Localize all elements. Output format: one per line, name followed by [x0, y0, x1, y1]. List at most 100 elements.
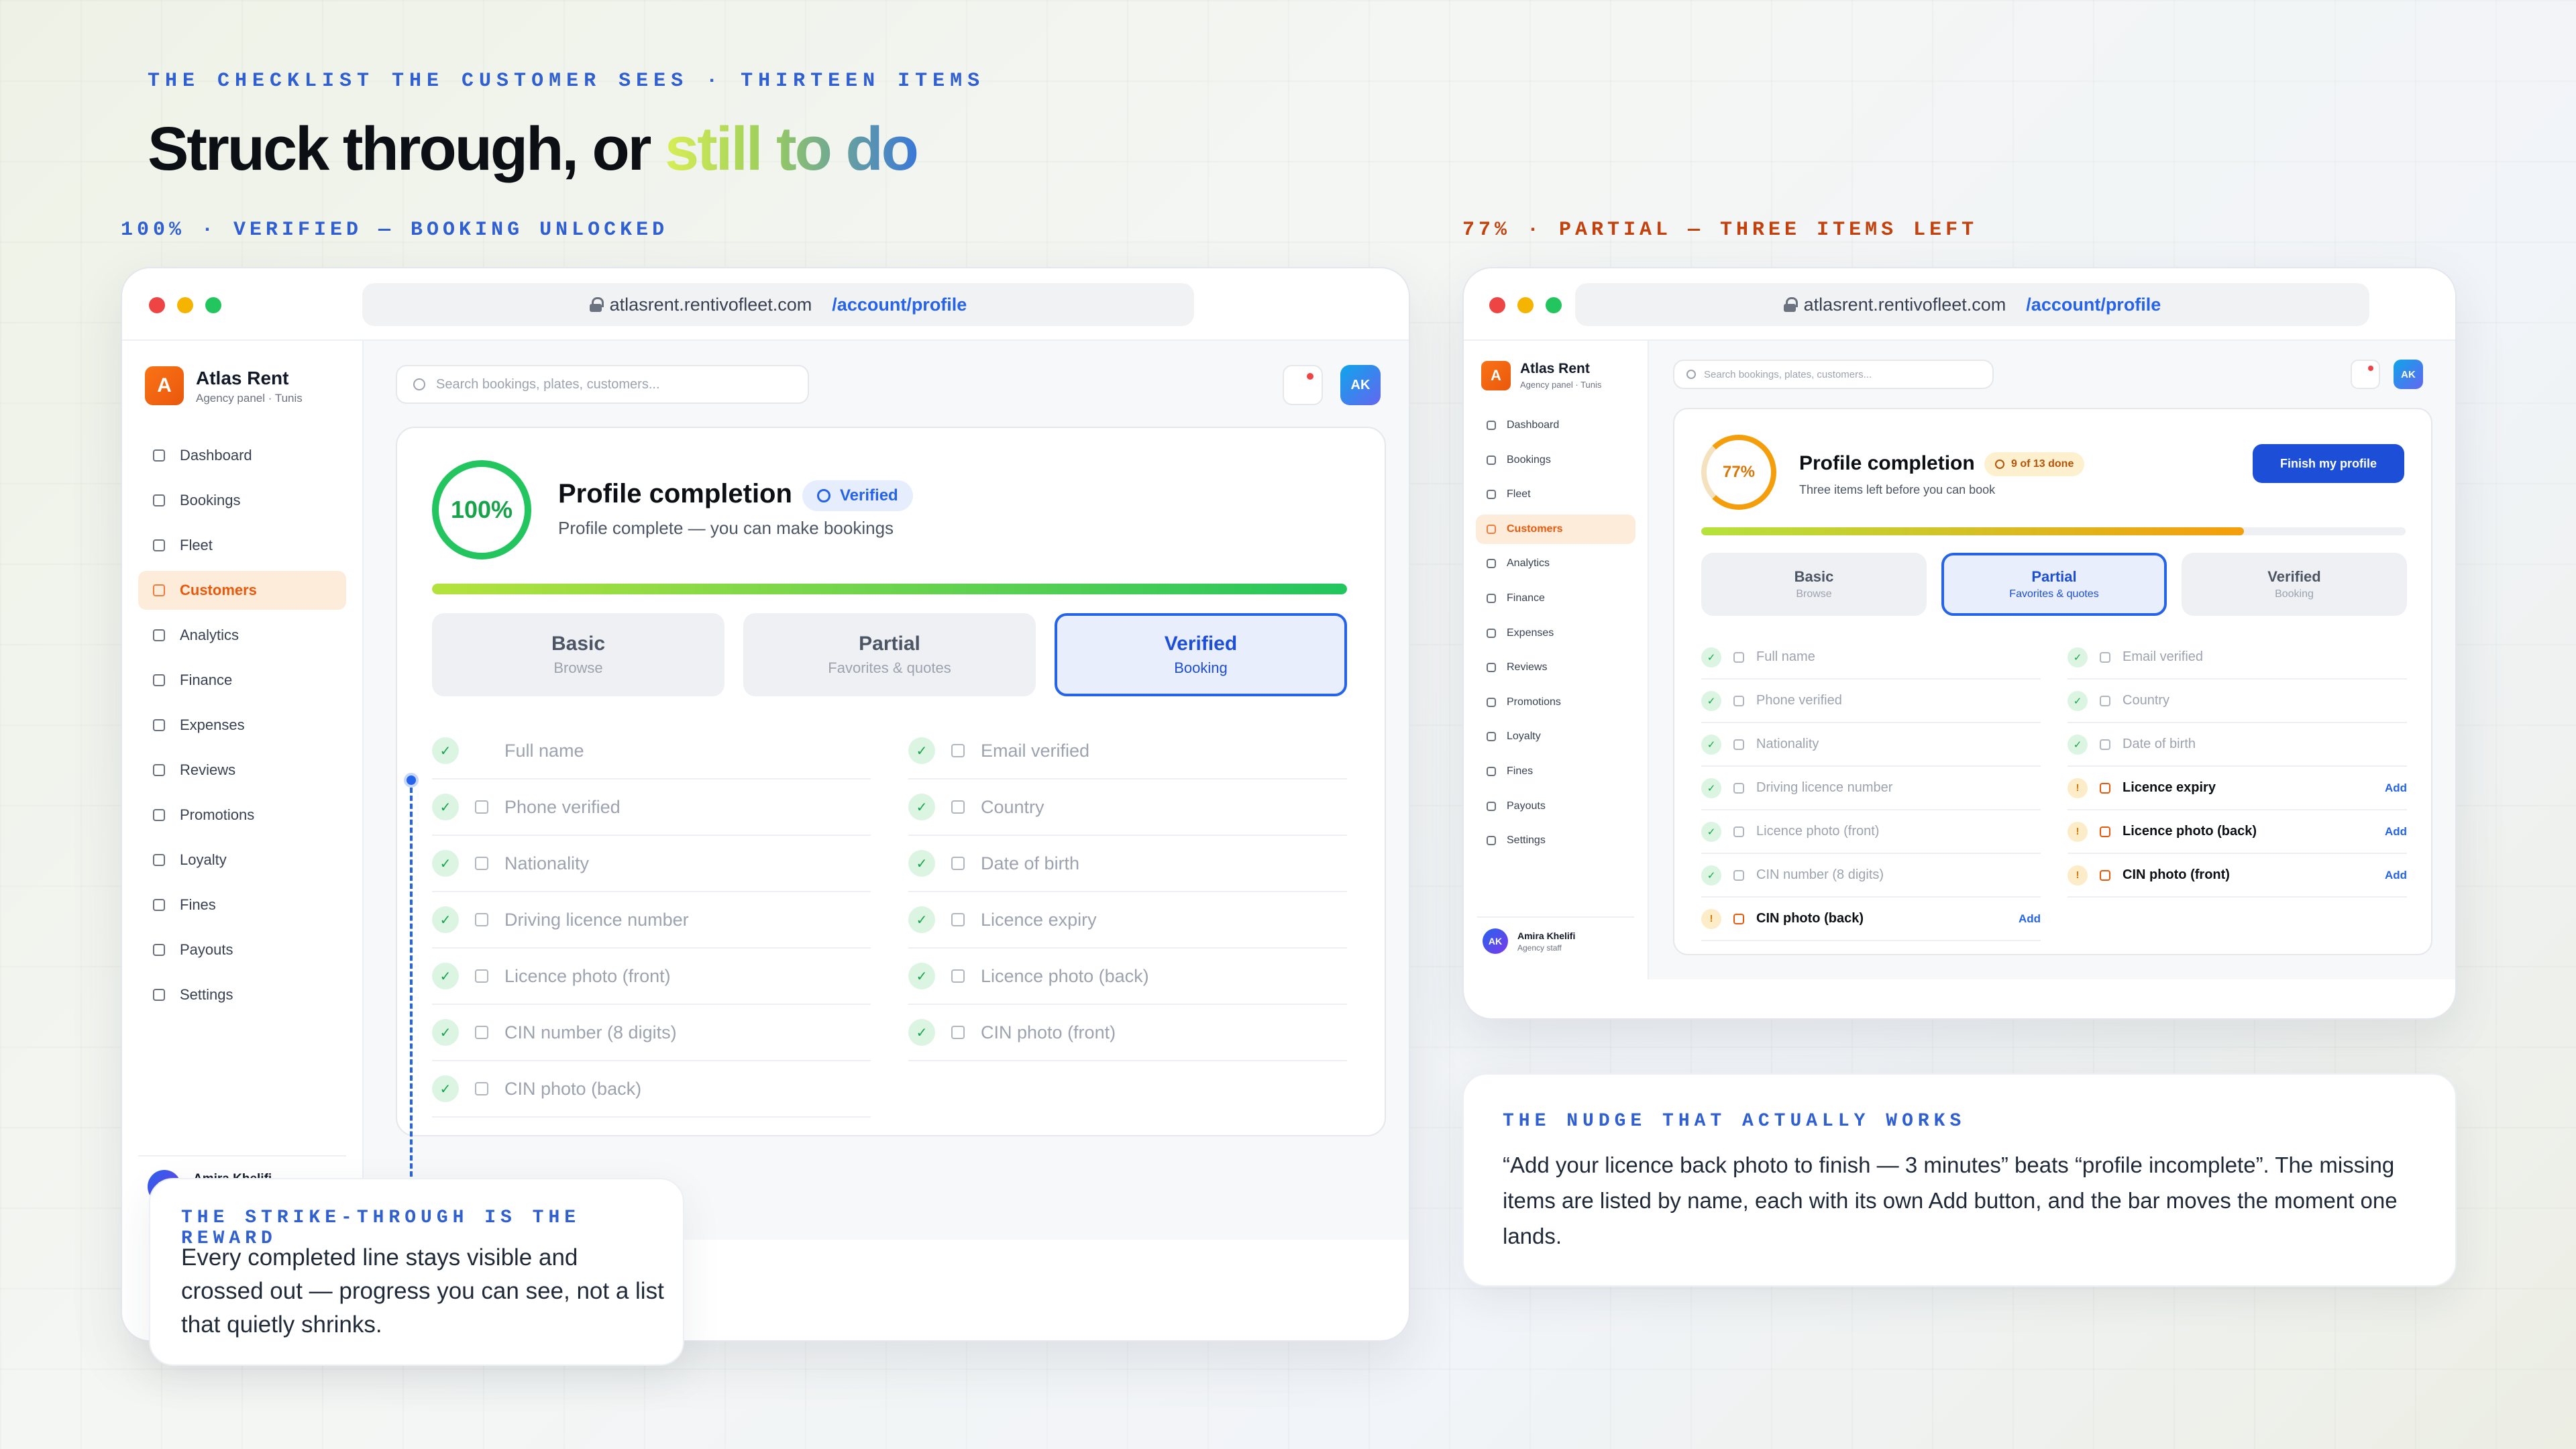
check-icon: ✓ — [2068, 690, 2088, 711]
tier-basic[interactable]: Basic Browse — [432, 613, 724, 696]
sidebar-item-label: Reviews — [1507, 661, 1548, 674]
tier-verified[interactable]: Verified Booking — [2182, 553, 2407, 616]
sidebar-item-label: Payouts — [180, 941, 233, 958]
user-chip[interactable]: AK Amira Khelifi Agency staff — [1483, 928, 1575, 954]
checklist-item[interactable]: ! Licence photo (back) Add — [2068, 810, 2407, 854]
sidebar-item-label: Finance — [1507, 592, 1545, 604]
avatar: AK — [1483, 928, 1508, 954]
car-icon — [153, 539, 165, 551]
sidebar-item-analytics[interactable]: Analytics — [138, 616, 346, 655]
maximize-dot[interactable] — [1546, 297, 1562, 313]
checklist-item[interactable]: ! CIN photo (back) Add — [1701, 898, 2041, 941]
search-input[interactable]: Search bookings, plates, customers... — [1673, 360, 1994, 389]
url-bar[interactable]: atlasrent.rentivofleet.com /account/prof… — [1575, 283, 2369, 326]
progress-fill — [432, 584, 1347, 594]
sidebar-item-fleet[interactable]: Fleet — [1476, 480, 1635, 509]
sidebar-item-payouts[interactable]: Payouts — [1476, 792, 1635, 821]
add-button[interactable]: Add — [2019, 912, 2041, 926]
field-icon — [2100, 651, 2110, 663]
tag-icon — [153, 809, 165, 821]
sidebar-item-label: Analytics — [180, 627, 239, 643]
checklist-item-label: Phone verified — [504, 796, 621, 817]
close-dot[interactable] — [149, 297, 165, 313]
progress-badge: 9 of 13 done — [1984, 452, 2085, 476]
add-button[interactable]: Add — [2385, 782, 2407, 795]
sidebar-item-reviews[interactable]: Reviews — [138, 751, 346, 790]
add-button[interactable]: Add — [2385, 825, 2407, 839]
sidebar-item-finance[interactable]: Finance — [1476, 584, 1635, 613]
payout-icon — [153, 944, 165, 956]
sidebar-item-label: Expenses — [1507, 627, 1554, 639]
search-input[interactable]: Search bookings, plates, customers... — [396, 365, 809, 404]
sidebar-item-promotions[interactable]: Promotions — [1476, 688, 1635, 717]
profile-completion-card: 77% Profile completion 9 of 13 done Thre… — [1673, 408, 2432, 955]
app-logo[interactable]: A — [145, 366, 184, 405]
badge-label: 9 of 13 done — [2011, 458, 2074, 470]
bell-icon[interactable] — [1283, 365, 1323, 405]
checklist-item-label: Full name — [1756, 649, 1815, 664]
sidebar-item-expenses[interactable]: Expenses — [1476, 619, 1635, 648]
sidebar-item-customers[interactable]: Customers — [1476, 514, 1635, 544]
sidebar-item-payouts[interactable]: Payouts — [138, 930, 346, 969]
field-icon — [2100, 782, 2110, 794]
star-icon — [153, 764, 165, 776]
sidebar-item-expenses[interactable]: Expenses — [138, 706, 346, 745]
sidebar-item-bookings[interactable]: Bookings — [138, 481, 346, 520]
sidebar-item-fines[interactable]: Fines — [1476, 757, 1635, 786]
shield-icon — [1487, 767, 1496, 776]
check-icon: ✓ — [1701, 690, 1721, 711]
sidebar-item-label: Fleet — [1507, 488, 1531, 500]
check-icon: ✓ — [432, 1019, 459, 1046]
top-avatar[interactable]: AK — [1340, 365, 1381, 405]
sidebar-item-customers[interactable]: Customers — [138, 571, 346, 610]
checklist-item-label: Phone verified — [1756, 693, 1842, 708]
check-icon: ✓ — [1701, 821, 1721, 842]
checklist-item-label: CIN number (8 digits) — [1756, 867, 1884, 882]
sidebar-divider — [1477, 916, 1634, 918]
checklist-item[interactable]: ! Licence expiry Add — [2068, 767, 2407, 810]
calendar-icon — [1487, 455, 1496, 465]
tier-partial[interactable]: Partial Favorites & quotes — [1941, 553, 2167, 616]
sidebar-item-loyalty[interactable]: Loyalty — [138, 841, 346, 879]
checklist-item: ✓ Country — [908, 780, 1347, 836]
tier-name: Partial — [2031, 568, 2077, 585]
maximize-dot[interactable] — [205, 297, 221, 313]
sidebar-item-fleet[interactable]: Fleet — [138, 526, 346, 565]
users-icon — [1487, 524, 1496, 534]
check-icon: ✓ — [432, 794, 459, 820]
sidebar-item-label: Customers — [1507, 523, 1563, 535]
sidebar-item-loyalty[interactable]: Loyalty — [1476, 722, 1635, 751]
checklist-item[interactable]: ! CIN photo (front) Add — [2068, 854, 2407, 898]
checklist-item-label: Licence expiry — [2123, 780, 2216, 795]
finish-profile-button[interactable]: Finish my profile — [2253, 444, 2404, 483]
sidebar-item-settings[interactable]: Settings — [1476, 826, 1635, 855]
sidebar-item-reviews[interactable]: Reviews — [1476, 653, 1635, 682]
shield-icon — [153, 899, 165, 911]
minimize-dot[interactable] — [177, 297, 193, 313]
minimize-dot[interactable] — [1517, 297, 1534, 313]
bell-icon[interactable] — [2351, 360, 2380, 389]
sidebar-item-label: Reviews — [180, 761, 236, 778]
tier-basic[interactable]: Basic Browse — [1701, 553, 1927, 616]
sidebar-item-dashboard[interactable]: Dashboard — [138, 436, 346, 475]
close-dot[interactable] — [1489, 297, 1505, 313]
sidebar-item-fines[interactable]: Fines — [138, 885, 346, 924]
sidebar-item-label: Bookings — [1507, 453, 1551, 466]
app-logo[interactable]: A — [1481, 361, 1511, 390]
sidebar-item-finance[interactable]: Finance — [138, 661, 346, 700]
camera-icon — [1733, 826, 1744, 837]
top-avatar[interactable]: AK — [2394, 360, 2423, 389]
tier-verified[interactable]: Verified Booking — [1055, 613, 1347, 696]
search-icon — [413, 378, 425, 390]
sidebar-item-dashboard[interactable]: Dashboard — [1476, 411, 1635, 440]
add-button[interactable]: Add — [2385, 869, 2407, 882]
sidebar-item-bookings[interactable]: Bookings — [1476, 445, 1635, 475]
mail-icon — [951, 744, 965, 757]
tier-partial[interactable]: Partial Favorites & quotes — [743, 613, 1036, 696]
user-role: Agency staff — [1517, 943, 1562, 953]
sidebar-item-settings[interactable]: Settings — [138, 975, 346, 1014]
sidebar-item-analytics[interactable]: Analytics — [1476, 549, 1635, 578]
sidebar-item-promotions[interactable]: Promotions — [138, 796, 346, 835]
url-bar[interactable]: atlasrent.rentivofleet.com /account/prof… — [362, 283, 1194, 326]
right-variant-label: 77% · PARTIAL — THREE ITEMS LEFT — [1462, 219, 1978, 241]
